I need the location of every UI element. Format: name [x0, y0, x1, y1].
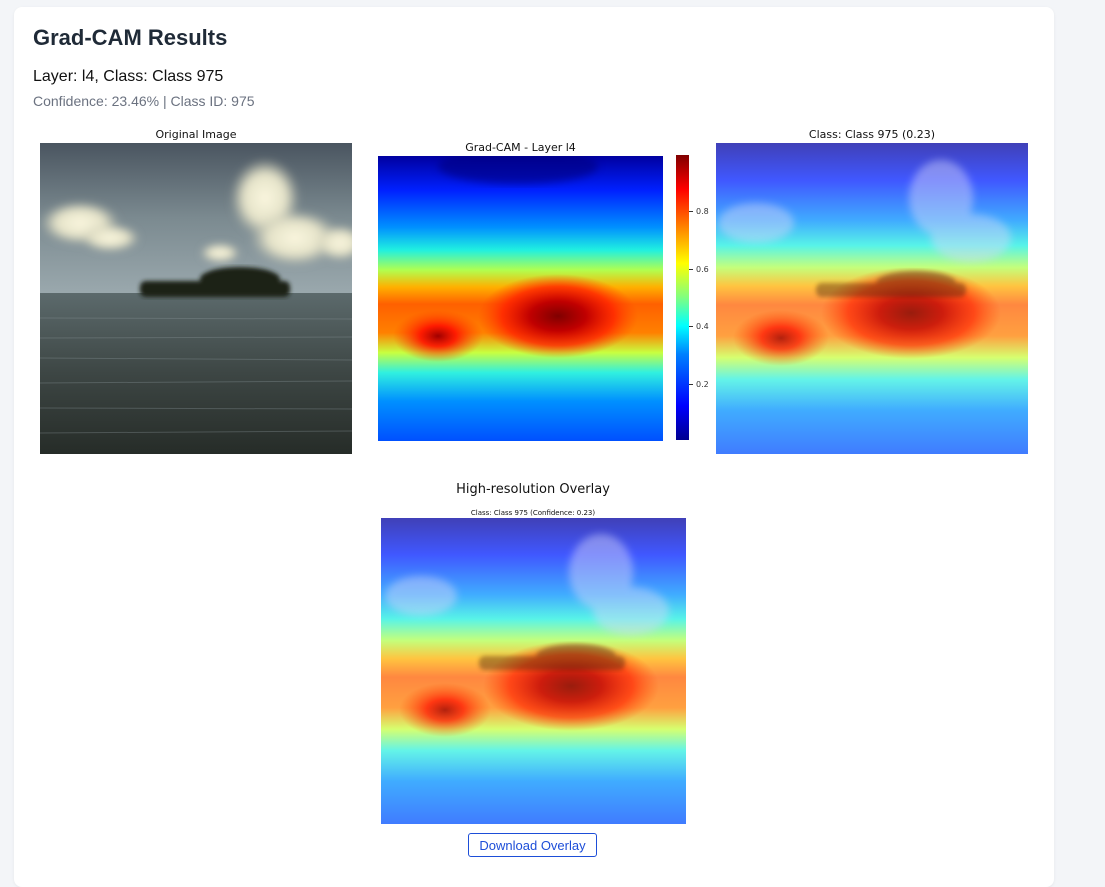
overlay-image	[716, 143, 1028, 454]
original-image	[40, 143, 352, 454]
download-overlay-button[interactable]: Download Overlay	[468, 833, 597, 857]
colorbar-tick	[689, 326, 693, 327]
hires-heading: High-resolution Overlay	[456, 482, 610, 497]
gradcam-title: Grad-CAM - Layer l4	[465, 141, 576, 154]
hires-title: Class: Class 975 (Confidence: 0.23)	[470, 509, 596, 517]
colorbar-tick-label: 0.6	[696, 265, 709, 274]
colorbar-tick	[689, 211, 693, 212]
colorbar-tick	[689, 269, 693, 270]
colorbar-tick-label: 0.4	[696, 322, 709, 331]
layer-class-subtitle: Layer: l4, Class: Class 975	[33, 68, 224, 85]
results-card: Grad-CAM Results Layer: l4, Class: Class…	[14, 7, 1054, 887]
colorbar-tick-label: 0.8	[696, 207, 709, 216]
hires-overlay-image	[381, 518, 686, 824]
original-image-title: Original Image	[155, 128, 237, 141]
colorbar	[676, 155, 689, 440]
gradcam-heatmap	[378, 156, 663, 441]
page-title: Grad-CAM Results	[33, 25, 228, 50]
confidence-meta: Confidence: 23.46% | Class ID: 975	[33, 93, 255, 109]
colorbar-tick-label: 0.2	[696, 380, 709, 389]
colorbar-tick	[689, 384, 693, 385]
overlay-title: Class: Class 975 (0.23)	[808, 128, 936, 141]
